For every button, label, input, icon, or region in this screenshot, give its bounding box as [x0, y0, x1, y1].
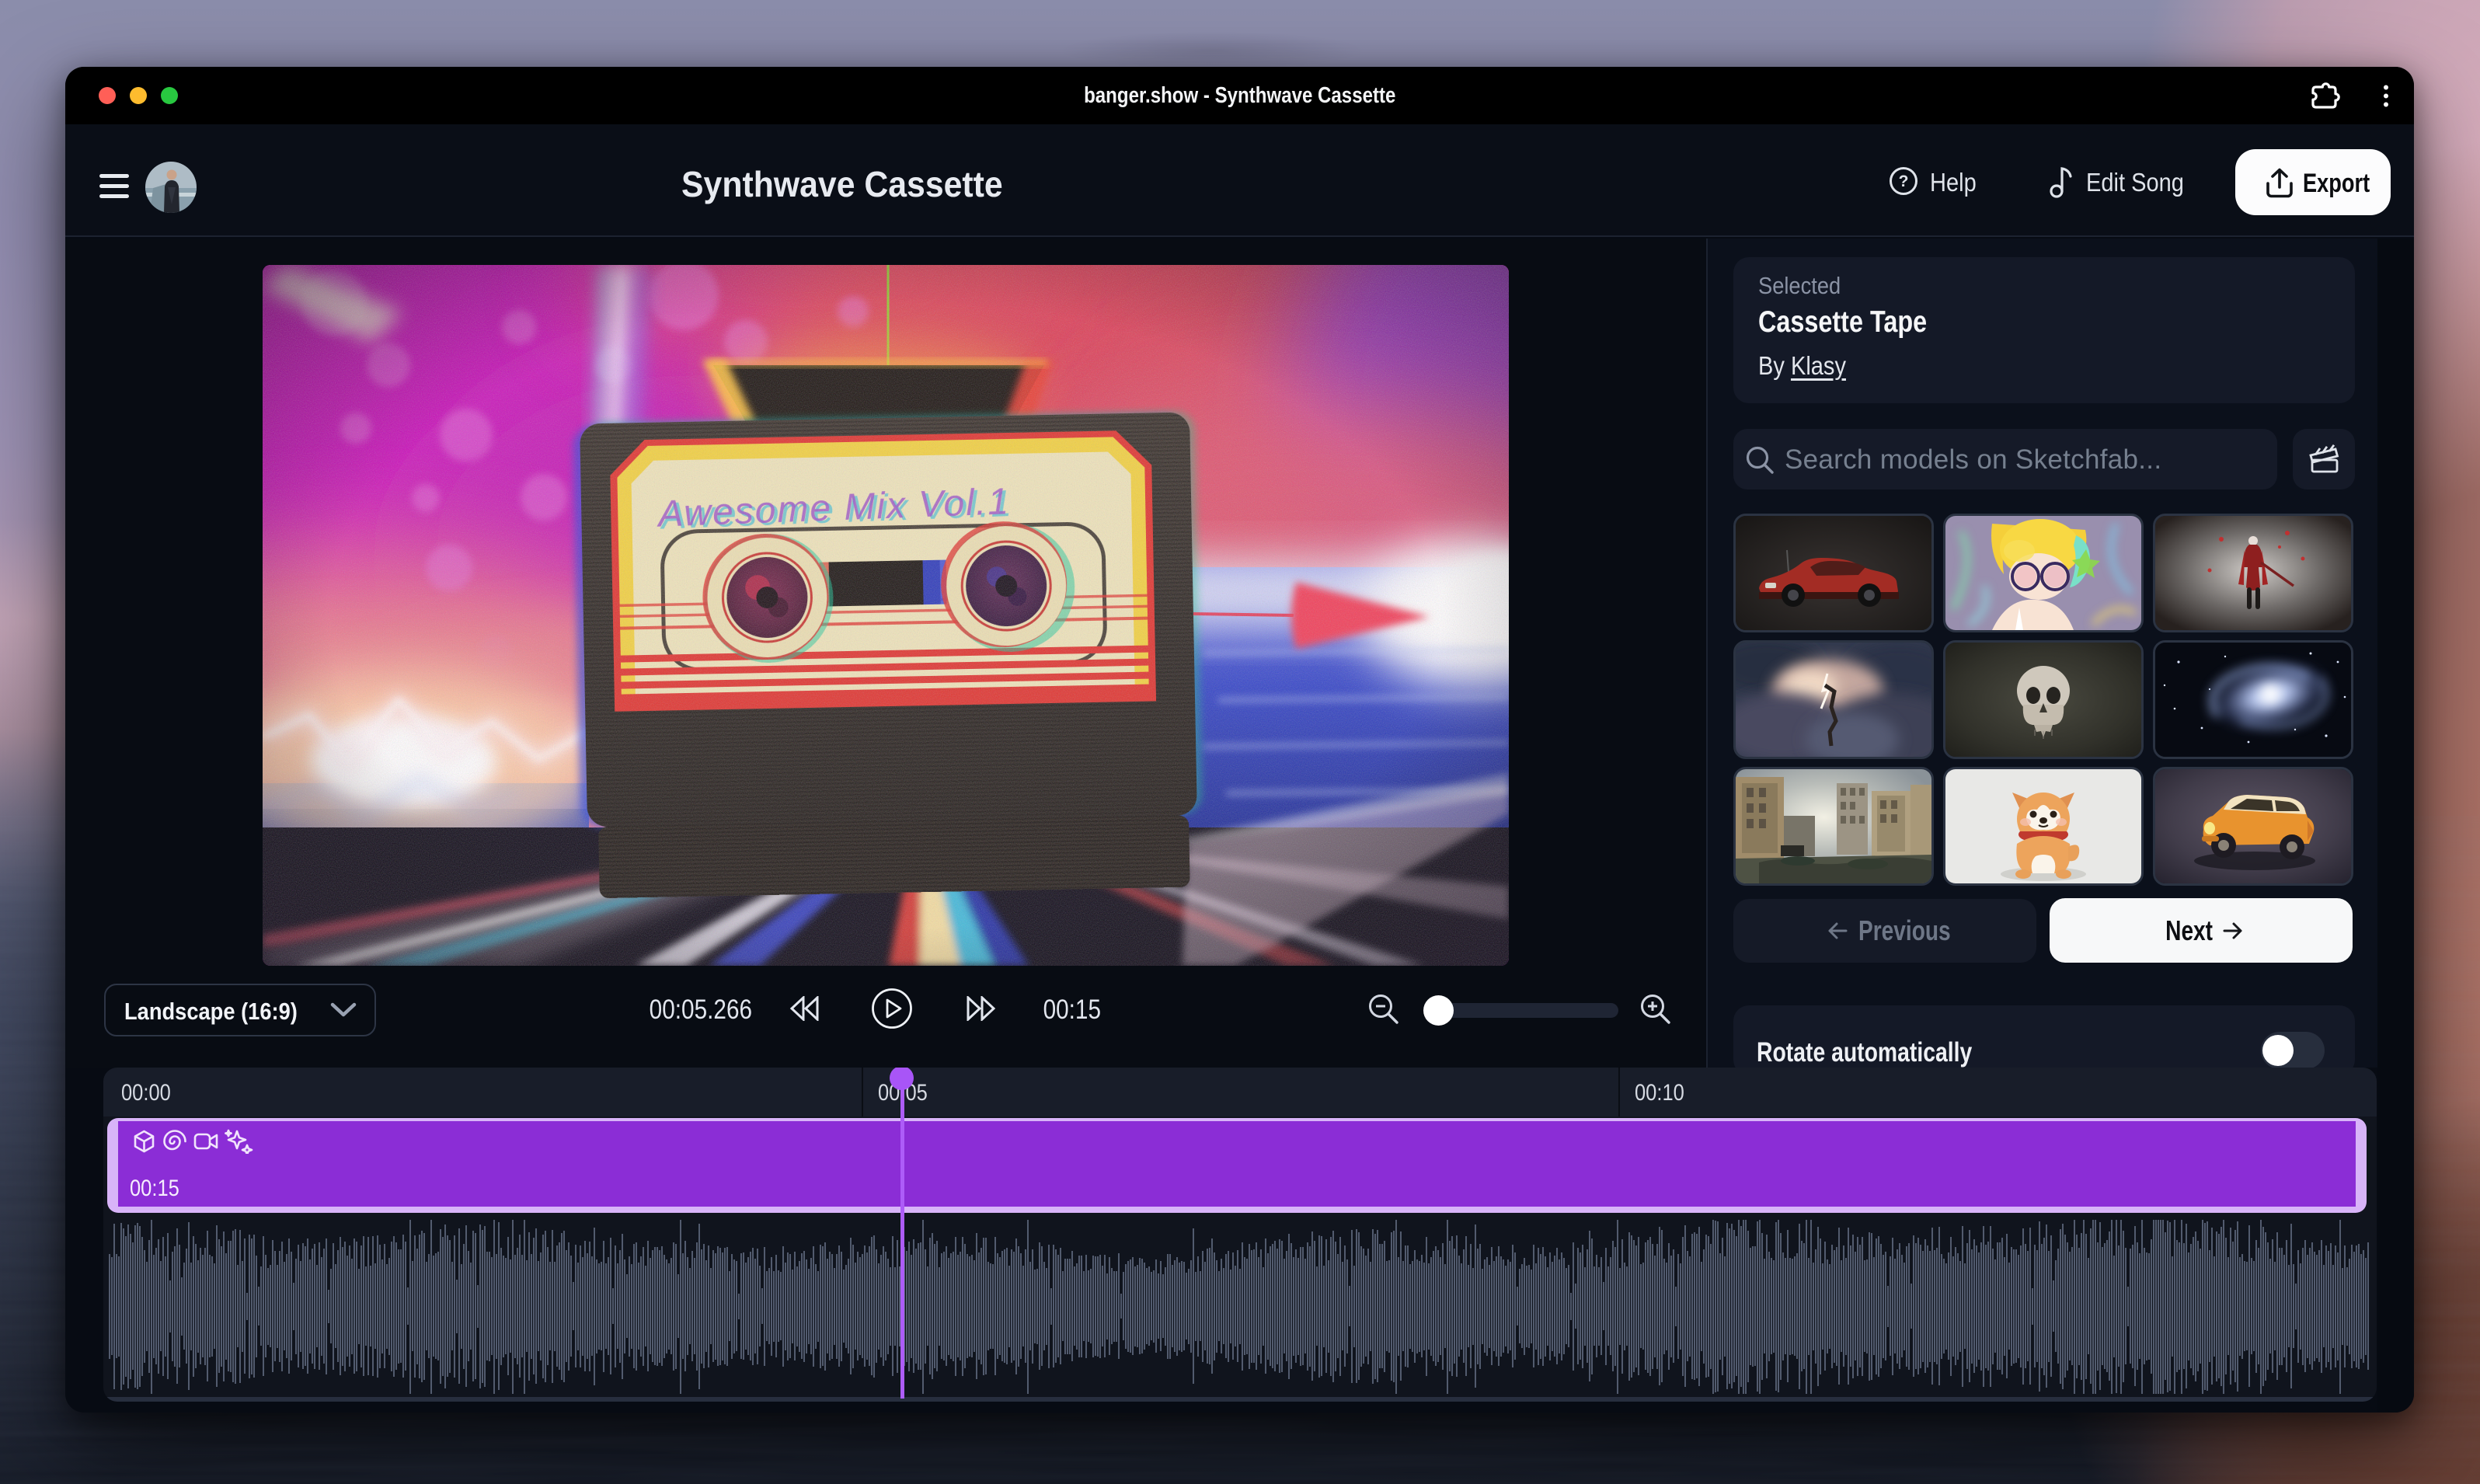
- svg-text:?: ?: [1899, 172, 1909, 190]
